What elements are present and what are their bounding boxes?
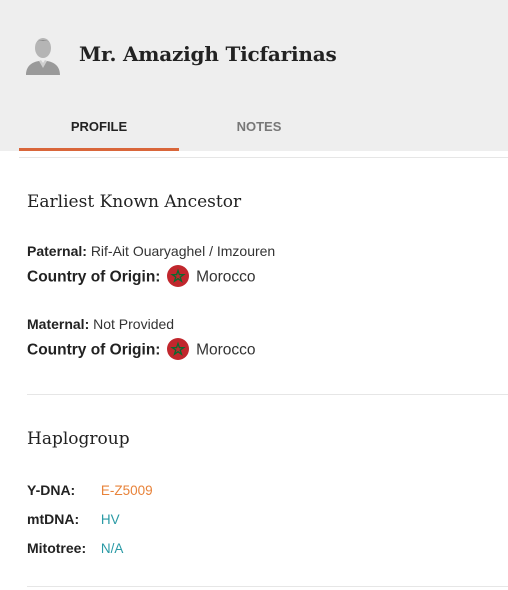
mtdna-label: mtDNA: — [27, 511, 80, 527]
user-avatar-icon — [26, 38, 60, 75]
morocco-flag-icon — [166, 265, 189, 287]
mitotree-label: Mitotree: — [27, 540, 87, 556]
tab-profile[interactable]: PROFILE — [19, 110, 179, 151]
maternal-country-row: Country of Origin: Morocco — [27, 338, 256, 360]
mitotree-row: Mitotree: N/A — [27, 540, 123, 556]
mtdna-row: mtDNA: HV — [27, 511, 120, 527]
ydna-value[interactable]: E-Z5009 — [101, 483, 153, 498]
paternal-label: Paternal: — [27, 243, 87, 259]
morocco-flag-icon — [166, 338, 189, 360]
paternal-country-label: Country of Origin: — [27, 268, 161, 286]
maternal-country-label: Country of Origin: — [27, 341, 161, 359]
mitotree-value[interactable]: N/A — [101, 541, 124, 556]
mtdna-value[interactable]: HV — [101, 512, 120, 527]
paternal-row: Paternal: Rif-Ait Ouaryaghel / Imzouren — [27, 243, 275, 259]
ydna-label: Y-DNA: — [27, 482, 76, 498]
profile-header: Mr. Amazigh Ticfarinas PROFILE NOTES — [0, 0, 508, 151]
profile-name: Mr. Amazigh Ticfarinas — [79, 42, 337, 66]
section-divider — [27, 586, 508, 587]
tab-notes[interactable]: NOTES — [179, 110, 339, 151]
paternal-country-value: Morocco — [196, 268, 256, 286]
section-divider — [27, 394, 508, 395]
ancestor-section-title: Earliest Known Ancestor — [27, 192, 242, 212]
maternal-row: Maternal: Not Provided — [27, 316, 174, 332]
ydna-row: Y-DNA: E-Z5009 — [27, 482, 153, 498]
maternal-country-value: Morocco — [196, 341, 256, 359]
paternal-country-row: Country of Origin: Morocco — [27, 265, 256, 287]
maternal-value: Not Provided — [93, 316, 175, 332]
paternal-value: Rif-Ait Ouaryaghel / Imzouren — [90, 243, 276, 259]
active-tab-indicator — [19, 148, 179, 151]
section-divider — [19, 157, 508, 158]
maternal-label: Maternal: — [27, 316, 90, 332]
haplogroup-section-title: Haplogroup — [27, 429, 130, 449]
